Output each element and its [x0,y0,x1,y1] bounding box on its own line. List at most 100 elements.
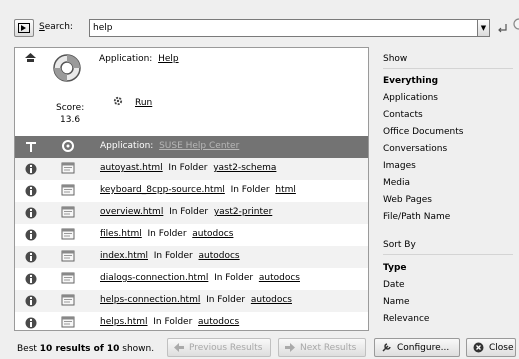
result-text: overview.html In Folder yast2-printer [100,207,272,217]
divider [383,254,513,255]
sort-option-item[interactable]: Date [383,280,405,290]
result-row[interactable]: autoyast.html In Folder yast2-schema [15,158,368,180]
help-lifebuoy-icon [53,54,81,82]
result-text: keyboard_8cpp-source.html In Folder html [100,185,296,195]
show-filter-item[interactable]: File/Path Name [383,212,450,222]
folder-link[interactable]: html [275,185,296,195]
folder-link[interactable]: autodocs [199,251,240,261]
info-icon[interactable] [25,163,37,175]
result-row[interactable]: Application: SUSE Help Center [15,136,368,158]
html-file-icon [61,272,75,284]
show-filter-item[interactable]: Applications [383,93,438,103]
expand-icon[interactable] [25,141,37,153]
close-icon [473,342,484,353]
html-file-icon [61,184,75,196]
in-folder-label: In Folder [147,229,187,239]
info-icon[interactable] [25,251,37,263]
result-row[interactable]: keyboard_8cpp-source.html In Folder html [15,180,368,202]
sort-header: Sort By [383,240,416,250]
file-link[interactable]: helps.html [100,317,148,327]
result-text: helps-connection.html In Folder autodocs [100,295,292,305]
search-label: Search: [39,22,73,32]
result-row[interactable]: helps.html In Folder autodocs [15,312,368,330]
result-link[interactable]: SUSE Help Center [159,141,239,151]
info-icon[interactable] [25,185,37,197]
divider [383,68,513,69]
wrench-icon [382,343,391,352]
search-history-dropdown[interactable]: ▼ [477,19,490,37]
file-link[interactable]: files.html [100,229,142,239]
folder-link[interactable]: autodocs [251,295,292,305]
top-result[interactable]: Application: Help Score: 13.6 Run [15,48,368,136]
show-filter-item[interactable]: Images [383,161,416,171]
result-text: Application: SUSE Help Center [100,141,240,151]
score-value: 13.6 [60,115,81,125]
show-filter-item[interactable]: Everything [383,76,438,86]
clear-search-button[interactable] [495,20,509,36]
menu-toggle-button[interactable] [14,19,34,37]
sort-option-item[interactable]: Type [383,263,406,273]
run-action-link[interactable]: Run [135,98,152,108]
folder-link[interactable]: autodocs [192,229,233,239]
info-icon[interactable] [25,273,37,285]
file-link[interactable]: dialogs-connection.html [100,273,208,283]
html-file-icon [61,228,75,240]
folder-link[interactable]: yast2-printer [214,207,272,217]
info-icon[interactable] [25,229,37,241]
result-row[interactable]: helps-connection.html In Folder autodocs [15,290,368,312]
in-folder-label: In Folder [153,251,193,261]
info-icon[interactable] [25,295,37,307]
close-button[interactable]: Close [466,338,516,357]
result-text: autoyast.html In Folder yast2-schema [100,163,276,173]
in-folder-label: In Folder [169,207,209,217]
in-folder-label: In Folder [168,163,208,173]
file-link[interactable]: keyboard_8cpp-source.html [100,185,225,195]
search-status-icon [512,17,519,37]
search-input[interactable] [89,19,478,37]
previous-results-button[interactable]: Previous Results [167,338,271,357]
chevron-down-icon: ▼ [480,24,487,32]
show-filter-item[interactable]: Web Pages [383,195,432,205]
result-row[interactable]: dialogs-connection.html In Folder autodo… [15,268,368,290]
score-label: Score: [56,103,85,113]
file-link[interactable]: autoyast.html [100,163,163,173]
file-link[interactable]: overview.html [100,207,163,217]
in-folder-label: In Folder [206,295,246,305]
folder-link[interactable]: autodocs [259,273,300,283]
file-link[interactable]: helps-connection.html [100,295,200,305]
html-file-icon [61,316,75,328]
result-row[interactable]: overview.html In Folder yast2-printer [15,202,368,224]
html-file-icon [61,162,75,174]
result-type-label: Application: [99,54,153,64]
file-link[interactable]: index.html [100,251,148,261]
result-text: helps.html In Folder autodocs [100,317,239,327]
sort-option-item[interactable]: Name [383,297,410,307]
folder-link[interactable]: yast2-schema [213,163,276,173]
in-folder-label: In Folder [214,273,254,283]
configure-button[interactable]: Configure... [374,338,460,357]
result-text: index.html In Folder autodocs [100,251,240,261]
show-filter-item[interactable]: Office Documents [383,127,463,137]
arrow-right-icon [285,343,295,352]
search-bar: Search: ▼ [14,17,519,39]
sort-option-item[interactable]: Relevance [383,314,429,324]
in-folder-label: In Folder [230,185,270,195]
folder-link[interactable]: autodocs [198,317,239,327]
show-filter-item[interactable]: Media [383,178,410,188]
info-icon[interactable] [25,207,37,219]
next-results-button[interactable]: Next Results [278,338,366,357]
magnifier-icon [513,18,519,30]
result-text: dialogs-connection.html In Folder autodo… [100,273,300,283]
show-filter-item[interactable]: Contacts [383,110,423,120]
top-result-title: Application: Help [99,54,179,64]
show-filter-item[interactable]: Conversations [383,144,447,154]
info-icon[interactable] [25,317,37,329]
result-text: files.html In Folder autodocs [100,229,233,239]
lifebuoy-icon [62,140,74,152]
gear-icon [113,96,123,106]
html-file-icon [61,294,75,306]
result-row[interactable]: index.html In Folder autodocs [15,246,368,268]
top-result-link[interactable]: Help [158,54,179,64]
collapse-icon[interactable] [25,53,36,63]
result-row[interactable]: files.html In Folder autodocs [15,224,368,246]
